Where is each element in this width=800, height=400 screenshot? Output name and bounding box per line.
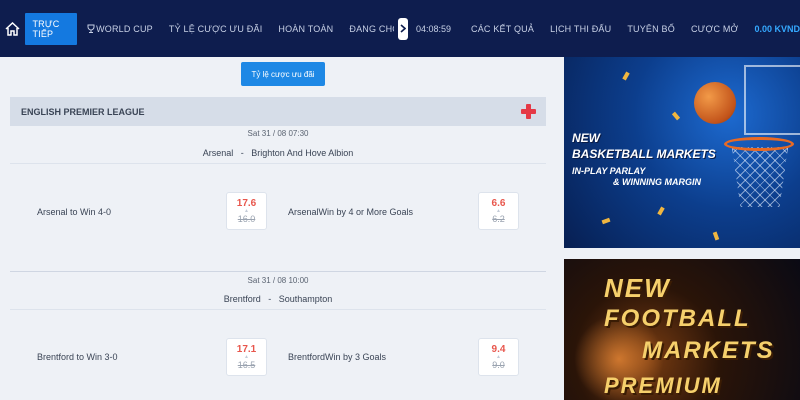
home-team: Arsenal [202, 148, 234, 158]
match-separator [10, 309, 546, 310]
promo-odds-button[interactable]: Tỷ lệ cược ưu đãi [241, 62, 325, 86]
main-content: Tỷ lệ cược ưu đãi ENGLISH PREMIER LEAGUE… [0, 57, 557, 400]
nav-results[interactable]: CÁC KẾT QUẢ [471, 24, 534, 34]
confetti [712, 231, 720, 241]
team-separator: - [268, 294, 272, 304]
banner-title-line: BASKETBALL MARKETS [572, 147, 716, 161]
balance: 0.00 KVND [754, 23, 800, 34]
odds-old: 16.0 [237, 214, 256, 224]
odds-old: 9.0 [492, 360, 505, 370]
nav-schedule[interactable]: LỊCH THI ĐẤU [550, 24, 611, 34]
banner-line: PREMIUM [604, 373, 722, 398]
backboard-graphic [744, 65, 800, 135]
match-teams: Brentford - Southampton [10, 294, 546, 304]
clock-time: 04:08:59 [415, 23, 452, 34]
nav-in-play[interactable]: ĐANG CHƠI N [349, 24, 394, 34]
divider [10, 271, 546, 272]
football-banner[interactable]: NEW FOOTBALL MARKETS PREMIUM [564, 259, 800, 400]
nav-world-cup-label: WORLD CUP [96, 23, 153, 34]
nav-promo-odds[interactable]: TỶ LỆ CƯỢC ƯU ĐÃI [169, 24, 263, 34]
hoop-graphic [724, 137, 794, 151]
match-separator [10, 163, 546, 164]
team-separator: - [240, 148, 244, 158]
nav-announcements[interactable]: TUYÊN BỐ [627, 24, 675, 34]
home-icon[interactable] [0, 0, 25, 57]
trophy-icon [87, 24, 95, 33]
banner-line: MARKETS [642, 337, 775, 364]
odds-old: 16.5 [237, 360, 256, 370]
match-date: Sat 31 / 08 10:00 [247, 276, 309, 285]
league-title: ENGLISH PREMIER LEAGUE [21, 106, 145, 117]
nav-open-bets[interactable]: CƯỢC MỞ [691, 24, 739, 34]
match-date: Sat 31 / 08 07:30 [247, 129, 309, 138]
confetti [671, 111, 681, 121]
banner-line: FOOTBALL [604, 305, 751, 332]
away-team: Southampton [278, 294, 333, 304]
confetti [601, 217, 611, 225]
confetti [657, 206, 665, 216]
banner-column: NEW BASKETBALL MARKETS IN-PLAY PARLAY & … [557, 57, 800, 400]
bet-label: Arsenal to Win 4-0 [37, 207, 112, 217]
banner-subtitle: IN-PLAY PARLAY [572, 166, 646, 176]
bet-label: ArsenalWin by 4 or More Goals [288, 207, 414, 217]
basketball-icon [694, 82, 736, 124]
banner-title-line: NEW [572, 131, 600, 145]
confetti [622, 71, 630, 81]
league-header[interactable]: ENGLISH PREMIER LEAGUE [10, 97, 546, 126]
odds-old: 6.2 [492, 214, 505, 224]
odds-box[interactable]: 9.4 ▲ 9.0 [478, 338, 519, 376]
plus-icon[interactable] [521, 104, 536, 119]
nav-world-cup[interactable]: WORLD CUP [87, 24, 153, 34]
nav-live[interactable]: TRỰC TIẾP [25, 12, 78, 45]
odds-box[interactable]: 6.6 ▲ 6.2 [478, 192, 519, 230]
odds-box[interactable]: 17.1 ▲ 16.5 [226, 338, 267, 376]
bet-label: Brentford to Win 3-0 [37, 352, 118, 362]
chevron-right-icon[interactable] [398, 17, 408, 40]
banner-line: NEW [604, 273, 671, 303]
nav-complete[interactable]: HOÀN TOÀN [278, 24, 333, 34]
odds-box[interactable]: 17.6 ▲ 16.0 [226, 192, 267, 230]
basketball-banner[interactable]: NEW BASKETBALL MARKETS IN-PLAY PARLAY & … [564, 57, 800, 248]
bet-label: BrentfordWin by 3 Goals [288, 352, 387, 362]
top-nav: TRỰC TIẾP WORLD CUP TỶ LỆ CƯỢC ƯU ĐÃI HO… [0, 0, 800, 57]
banner-title: NEW BASKETBALL MARKETS [572, 130, 716, 162]
match-teams: Arsenal - Brighton And Hove Albion [10, 148, 546, 158]
away-team: Brighton And Hove Albion [251, 148, 354, 158]
banner-subtitle: & WINNING MARGIN [613, 177, 701, 187]
net-graphic [732, 147, 788, 207]
home-team: Brentford [223, 294, 261, 304]
